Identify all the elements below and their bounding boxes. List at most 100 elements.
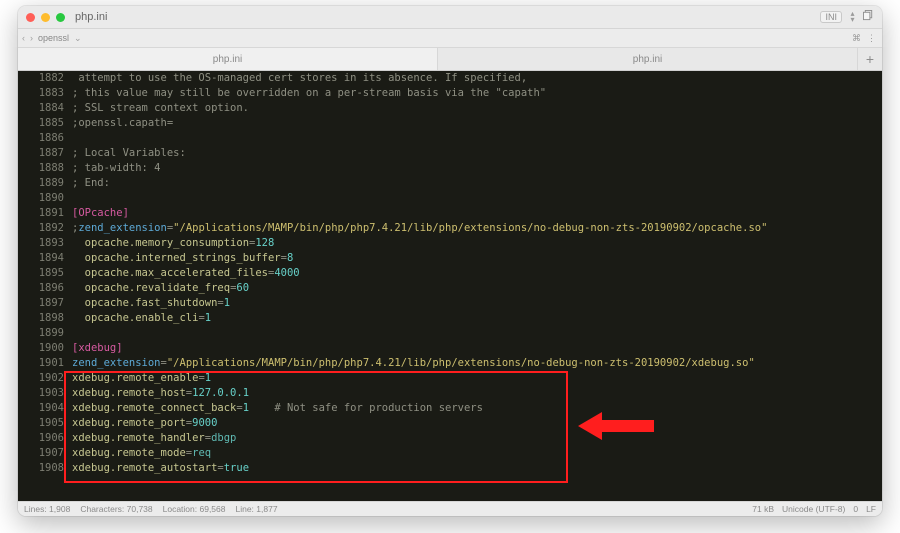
status-bar: Lines: 1,908 Characters: 70,738 Location… [18, 501, 882, 516]
code-line[interactable]: 1889; End: [18, 176, 882, 191]
code-text[interactable]: xdebug.remote_enable=1 [72, 371, 211, 386]
duplicate-icon[interactable] [863, 10, 874, 24]
code-line[interactable]: 1903xdebug.remote_host=127.0.0.1 [18, 386, 882, 401]
line-number: 1893 [18, 236, 72, 251]
code-line[interactable]: 1896 opcache.revalidate_freq=60 [18, 281, 882, 296]
line-number: 1894 [18, 251, 72, 266]
code-line[interactable]: 1897 opcache.fast_shutdown=1 [18, 296, 882, 311]
code-line[interactable]: 1905xdebug.remote_port=9000 [18, 416, 882, 431]
chevron-left-icon[interactable]: ‹ [22, 33, 25, 43]
line-number: 1895 [18, 266, 72, 281]
line-number: 1901 [18, 356, 72, 371]
code-line[interactable]: 1886 [18, 131, 882, 146]
chevron-down-icon[interactable]: ⌄ [74, 33, 82, 44]
code-text[interactable]: opcache.interned_strings_buffer=8 [72, 251, 293, 266]
code-text[interactable]: xdebug.remote_host=127.0.0.1 [72, 386, 249, 401]
code-text[interactable]: xdebug.remote_connect_back=1 # Not safe … [72, 401, 483, 416]
line-number: 1906 [18, 431, 72, 446]
code-text[interactable]: xdebug.remote_mode=req [72, 446, 211, 461]
line-number: 1902 [18, 371, 72, 386]
status-eol[interactable]: LF [866, 504, 876, 514]
status-lines: Lines: 1,908 [24, 504, 70, 514]
code-text[interactable]: ; End: [72, 176, 110, 191]
zoom-icon[interactable] [56, 13, 65, 22]
code-line[interactable]: 1900[xdebug] [18, 341, 882, 356]
code-text[interactable]: [OPcache] [72, 206, 129, 221]
code-line[interactable]: 1899 [18, 326, 882, 341]
code-line[interactable]: 1895 opcache.max_accelerated_files=4000 [18, 266, 882, 281]
code-text[interactable]: ; tab-width: 4 [72, 161, 161, 176]
code-line[interactable]: 1890 [18, 191, 882, 206]
status-tabsize[interactable]: 0 [853, 504, 858, 514]
tab-phpini-2[interactable]: php.ini [438, 48, 858, 70]
close-icon[interactable] [26, 13, 35, 22]
code-line[interactable]: 1898 opcache.enable_cli=1 [18, 311, 882, 326]
code-text[interactable]: ; SSL stream context option. [72, 101, 249, 116]
code-text[interactable]: opcache.enable_cli=1 [72, 311, 211, 326]
window-title: php.ini [75, 11, 820, 23]
toolbar-right-glyph-2[interactable]: ⋮ [867, 33, 876, 44]
line-number: 1884 [18, 101, 72, 116]
code-text[interactable]: ; this value may still be overridden on … [72, 86, 546, 101]
status-chars: Characters: 70,738 [80, 504, 152, 514]
code-line[interactable]: 1887; Local Variables: [18, 146, 882, 161]
code-editor[interactable]: 1882 attempt to use the OS-managed cert … [18, 71, 882, 501]
line-number: 1904 [18, 401, 72, 416]
code-text[interactable]: opcache.revalidate_freq=60 [72, 281, 249, 296]
chevron-right-icon[interactable]: › [30, 33, 33, 43]
status-line: Line: 1,877 [235, 504, 277, 514]
code-line[interactable]: 1902xdebug.remote_enable=1 [18, 371, 882, 386]
new-tab-button[interactable]: + [858, 48, 882, 70]
status-loc: Location: 69,568 [163, 504, 226, 514]
code-text[interactable]: opcache.fast_shutdown=1 [72, 296, 230, 311]
toolbar-right-glyph-1[interactable]: ⌘ [852, 33, 861, 44]
code-text[interactable]: xdebug.remote_autostart=true [72, 461, 249, 476]
line-number: 1897 [18, 296, 72, 311]
code-line[interactable]: 1892;zend_extension="/Applications/MAMP/… [18, 221, 882, 236]
editor-window: php.ini INI ▴▾ ‹ › openssl ⌄ ⌘ ⋮ php.ini [18, 6, 882, 516]
line-number: 1896 [18, 281, 72, 296]
code-line[interactable]: 1885;openssl.capath= [18, 116, 882, 131]
code-line[interactable]: 1891[OPcache] [18, 206, 882, 221]
code-text[interactable]: xdebug.remote_handler=dbgp [72, 431, 236, 446]
code-text[interactable]: xdebug.remote_port=9000 [72, 416, 217, 431]
code-text[interactable]: opcache.max_accelerated_files=4000 [72, 266, 300, 281]
code-text[interactable]: ; Local Variables: [72, 146, 186, 161]
code-line[interactable]: 1907xdebug.remote_mode=req [18, 446, 882, 461]
line-number: 1891 [18, 206, 72, 221]
minimize-icon[interactable] [41, 13, 50, 22]
status-filesize: 71 kB [752, 504, 774, 514]
breadcrumb-text[interactable]: openssl [38, 33, 69, 43]
code-line[interactable]: 1906xdebug.remote_handler=dbgp [18, 431, 882, 446]
line-number: 1887 [18, 146, 72, 161]
code-line[interactable]: 1882 attempt to use the OS-managed cert … [18, 71, 882, 86]
line-number: 1890 [18, 191, 72, 206]
line-number: 1908 [18, 461, 72, 476]
status-encoding[interactable]: Unicode (UTF-8) [782, 504, 845, 514]
code-line[interactable]: 1883; this value may still be overridden… [18, 86, 882, 101]
code-line[interactable]: 1893 opcache.memory_consumption=128 [18, 236, 882, 251]
code-text[interactable]: zend_extension="/Applications/MAMP/bin/p… [72, 356, 755, 371]
code-line[interactable]: 1894 opcache.interned_strings_buffer=8 [18, 251, 882, 266]
line-number: 1907 [18, 446, 72, 461]
code-text[interactable]: opcache.memory_consumption=128 [72, 236, 274, 251]
code-line[interactable]: 1884; SSL stream context option. [18, 101, 882, 116]
tab-phpini-1[interactable]: php.ini [18, 48, 438, 70]
language-badge[interactable]: INI [820, 11, 842, 23]
code-line[interactable]: 1904xdebug.remote_connect_back=1 # Not s… [18, 401, 882, 416]
tab-label: php.ini [633, 54, 662, 65]
code-text[interactable]: [xdebug] [72, 341, 123, 356]
line-number: 1900 [18, 341, 72, 356]
line-number: 1898 [18, 311, 72, 326]
line-number: 1889 [18, 176, 72, 191]
code-text[interactable]: ;openssl.capath= [72, 116, 173, 131]
code-line[interactable]: 1901zend_extension="/Applications/MAMP/b… [18, 356, 882, 371]
code-line[interactable]: 1888; tab-width: 4 [18, 161, 882, 176]
code-line[interactable]: 1908xdebug.remote_autostart=true [18, 461, 882, 476]
stepper-icon[interactable]: ▴▾ [848, 11, 857, 23]
line-number: 1892 [18, 221, 72, 236]
tab-label: php.ini [213, 54, 242, 65]
code-text[interactable]: ;zend_extension="/Applications/MAMP/bin/… [72, 221, 767, 236]
code-text[interactable]: attempt to use the OS-managed cert store… [72, 71, 527, 86]
breadcrumb[interactable]: ‹ › openssl ⌄ [22, 33, 82, 44]
